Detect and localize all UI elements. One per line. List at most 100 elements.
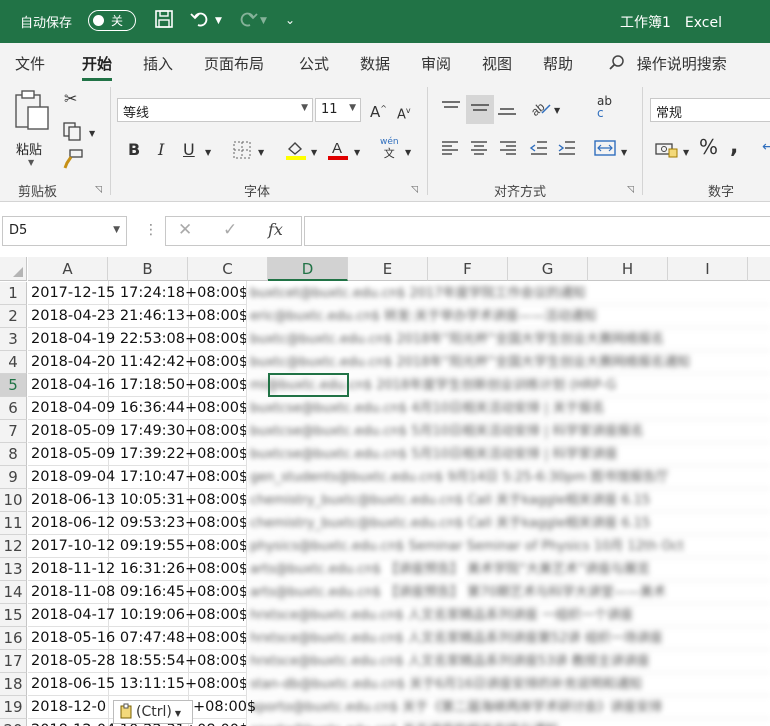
borders-icon[interactable] — [232, 140, 252, 163]
tab-help[interactable]: 帮助 — [543, 53, 573, 74]
align-right-icon[interactable] — [498, 139, 518, 160]
tab-view[interactable]: 视图 — [482, 53, 512, 74]
row-header[interactable]: 6 — [0, 397, 27, 420]
cell-a[interactable]: 2017-12-15 17:24:18+08:00$ — [28, 282, 246, 305]
row-header[interactable]: 9 — [0, 466, 27, 489]
clipboard-launcher-icon[interactable]: ◹ — [95, 185, 102, 195]
row-header[interactable]: 8 — [0, 443, 27, 466]
save-icon[interactable] — [154, 9, 174, 34]
cell-d-blurred[interactable]: physics@buxtc.edu.cn$ Seminar Seminar of… — [246, 535, 770, 558]
cell-a[interactable]: 2018-05-28 18:55:54+08:00$ — [28, 650, 246, 673]
column-header-C[interactable]: C — [188, 257, 268, 281]
cell-a[interactable]: 2018-05-09 17:39:22+08:00$ — [28, 443, 246, 466]
cell-d-blurred[interactable]: buxtc@buxtc.edu.cn$ 2018年“阳光杯”全国大学生创业大赛网… — [246, 328, 770, 351]
format-painter-icon[interactable] — [62, 149, 84, 172]
cell-a[interactable]: 2018-04-17 10:19:06+08:00$ — [28, 604, 246, 627]
cell-d-blurred[interactable]: xporto@buxtc.edu.cn$ 关于讲座的相关安排与通知 — [246, 719, 770, 726]
tell-me-search[interactable]: 操作说明搜索 — [608, 53, 727, 74]
phonetic-guide-icon[interactable]: wén 文 — [380, 137, 399, 161]
tab-formulas[interactable]: 公式 — [299, 53, 329, 74]
cell-d-blurred[interactable]: chemistry_buxtc@buxtc.edu.cn$ Call 关于kag… — [246, 512, 770, 535]
comma-style-icon[interactable]: , — [730, 136, 738, 158]
font-name-combo[interactable]: 等线 ▼ — [117, 98, 313, 122]
increase-font-icon[interactable]: A^ — [370, 101, 387, 120]
cell-d-blurred[interactable]: hrxtsce@buxtc.edu.cn$ 人文名家精品系列讲座 一组织一个讲座 — [246, 604, 770, 627]
cell-d-blurred[interactable]: gen_students@buxtc.edu.cn$ 9月14日 5:25-6:… — [246, 466, 770, 489]
cell-a[interactable]: 2018-04-23 21:46:13+08:00$ — [28, 305, 246, 328]
bold-icon[interactable]: B — [128, 142, 140, 158]
orientation-icon[interactable]: ab — [528, 97, 552, 120]
align-left-icon[interactable] — [440, 139, 460, 160]
row-header[interactable]: 1 — [0, 282, 27, 305]
font-color-dropdown-icon[interactable]: ▼ — [354, 145, 360, 161]
undo-dropdown-icon[interactable]: ▼ — [215, 16, 222, 26]
column-header-E[interactable]: E — [348, 257, 428, 281]
cell-d-blurred[interactable]: eric@buxtc.edu.cn$ 转发:关于举办学术讲座——活动通知 — [246, 305, 770, 328]
row-header[interactable]: 16 — [0, 627, 27, 650]
autosave-toggle[interactable]: 关 — [88, 10, 136, 31]
top-align-icon[interactable] — [440, 99, 462, 120]
borders-dropdown-icon[interactable]: ▼ — [258, 145, 264, 161]
number-format-combo[interactable]: 常规 — [650, 98, 770, 122]
cell-a[interactable]: 2018-04-19 22:53:08+08:00$ — [28, 328, 246, 351]
tab-file[interactable]: 文件 — [15, 53, 45, 74]
decrease-font-icon[interactable]: Av — [397, 103, 411, 123]
cell-d-blurred[interactable]: buxtcse@buxtc.edu.cn$ 5月10日相关活动安排 | 科学家讲… — [246, 443, 770, 466]
column-header-D[interactable]: D — [268, 257, 348, 281]
tab-insert[interactable]: 插入 — [143, 53, 173, 74]
row-header[interactable]: 17 — [0, 650, 27, 673]
accounting-dropdown-icon[interactable]: ▼ — [683, 145, 689, 161]
cell-a[interactable]: 2018-09-04 17:10:47+08:00$ — [28, 466, 246, 489]
wrap-text-icon[interactable]: ab c — [597, 95, 612, 119]
row-header[interactable]: 4 — [0, 351, 27, 374]
column-header-I[interactable]: I — [668, 257, 748, 281]
cell-d-blurred[interactable]: buxtc@buxtc.edu.cn$ 2018年“阳光杯”全国大学生创业大赛网… — [246, 351, 770, 374]
row-header[interactable]: 7 — [0, 420, 27, 443]
row-header[interactable]: 11 — [0, 512, 27, 535]
insert-function-icon[interactable]: fx — [268, 220, 283, 239]
row-header[interactable]: 15 — [0, 604, 27, 627]
cell-a[interactable]: 2018-11-12 16:31:26+08:00$ — [28, 558, 246, 581]
tab-home[interactable]: 开始 — [82, 53, 113, 81]
row-header[interactable]: 13 — [0, 558, 27, 581]
cell-a[interactable]: 2018-04-09 16:36:44+08:00$ — [28, 397, 246, 420]
cell-a[interactable]: 2018-05-16 07:47:48+08:00$ — [28, 627, 246, 650]
cell-a[interactable]: 2018-11-08 09:16:45+08:00$ — [28, 581, 246, 604]
row-header[interactable]: 20 — [0, 719, 27, 726]
cell-a[interactable]: 2018-06-12 09:53:23+08:00$ — [28, 512, 246, 535]
orientation-dropdown-icon[interactable]: ▼ — [554, 103, 560, 119]
worksheet-grid[interactable]: A B C D E F G H I 1 2017-12-15 17:24:18+0… — [0, 257, 770, 726]
undo-icon[interactable] — [190, 9, 212, 34]
column-header-H[interactable]: H — [588, 257, 668, 281]
row-header[interactable]: 14 — [0, 581, 27, 604]
cell-d-blurred[interactable]: chemistry_buxtc@buxtc.edu.cn$ Call 关于kag… — [246, 489, 770, 512]
phonetic-dropdown-icon[interactable]: ▼ — [405, 145, 411, 161]
underline-dropdown-icon[interactable]: ▼ — [205, 145, 211, 161]
cell-a[interactable]: 2017-10-12 09:19:55+08:00$ — [28, 535, 246, 558]
enter-icon[interactable]: ✓ — [223, 220, 237, 240]
merge-center-icon[interactable] — [594, 139, 616, 160]
cell-d-blurred[interactable]: buxtcse@buxtc.edu.cn$ 4月10日相关活动安排 | 关于报名 — [246, 397, 770, 420]
italic-icon[interactable]: I — [158, 142, 164, 158]
alignment-launcher-icon[interactable]: ◹ — [627, 185, 634, 195]
row-header[interactable]: 2 — [0, 305, 27, 328]
tab-review[interactable]: 审阅 — [421, 53, 451, 74]
tab-data[interactable]: 数据 — [360, 53, 390, 74]
bottom-align-icon[interactable] — [496, 99, 518, 120]
cell-d-blurred[interactable]: buxtcet@buxtc.edu.cn$ 2017年度学院工作会议的通知 — [246, 282, 770, 305]
tab-page-layout[interactable]: 页面布局 — [204, 53, 264, 74]
cell-d-blurred[interactable]: arts@buxtc.edu.cn$ 【讲座预告】 第70期艺术与科学大讲堂——… — [246, 581, 770, 604]
cell-d-blurred[interactable]: hrxtsce@buxtc.edu.cn$ 人文名家精品系列讲座第52讲 组织一… — [246, 627, 770, 650]
column-header-F[interactable]: F — [428, 257, 508, 281]
column-header-G[interactable]: G — [508, 257, 588, 281]
increase-indent-icon[interactable] — [557, 139, 577, 160]
formula-input[interactable] — [304, 216, 770, 246]
percent-icon[interactable]: % — [699, 137, 718, 157]
cell-d-blurred[interactable]: arts@buxtc.edu.cn$ 【讲座预告】 美术学院“大美艺术”讲座与展… — [246, 558, 770, 581]
font-color-icon[interactable]: A — [327, 139, 349, 164]
copy-dropdown-icon[interactable]: ▼ — [89, 126, 95, 142]
copy-icon[interactable] — [62, 121, 84, 144]
select-all-button[interactable] — [0, 257, 27, 281]
font-launcher-icon[interactable]: ◹ — [411, 185, 418, 195]
cell-d-blurred[interactable]: hrxtsce@buxtc.edu.cn$ 人文名家精品系列讲座53讲 教授主讲… — [246, 650, 770, 673]
